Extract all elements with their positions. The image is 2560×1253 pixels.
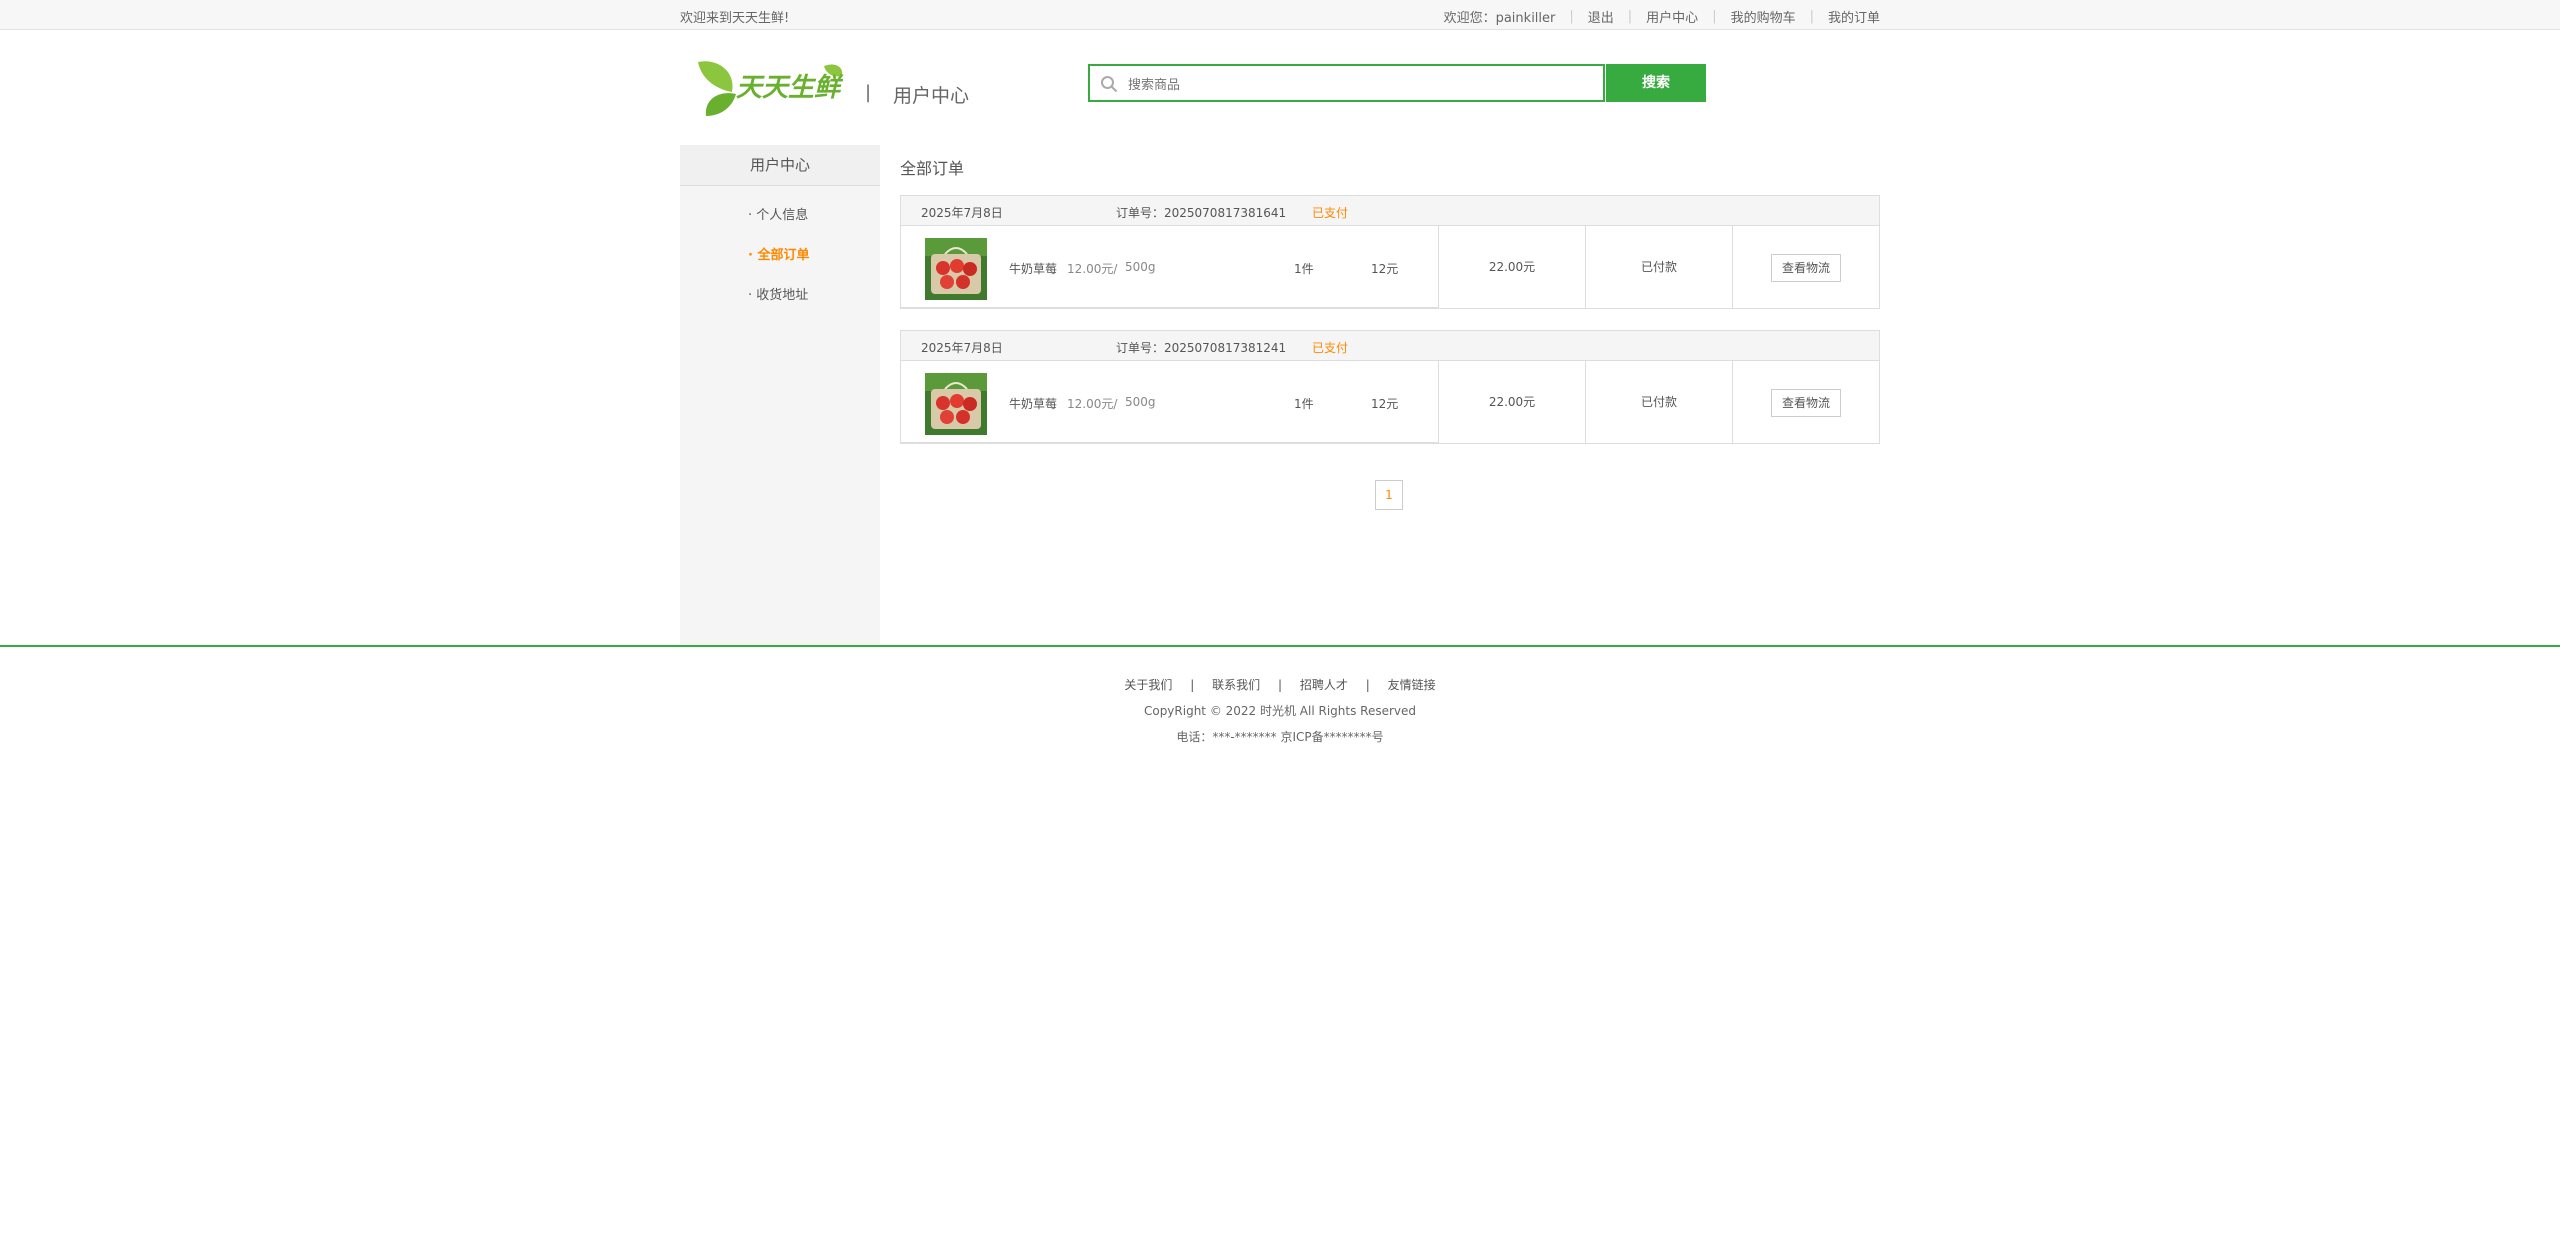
search-icon <box>1100 75 1118 93</box>
order-card: 2025年7月8日 订单号：2025070817381641 已支付 牛奶草莓 … <box>900 195 1880 309</box>
goods-image[interactable] <box>925 238 987 300</box>
footer-link-about[interactable]: 关于我们 <box>1124 678 1172 692</box>
cart-link[interactable]: 我的购物车 <box>1731 7 1796 26</box>
sidebar-item-address[interactable]: · 收货地址 <box>680 276 880 316</box>
goods-count: 1件 <box>1294 262 1314 276</box>
order-card: 2025年7月8日 订单号：2025070817381241 已支付 牛奶草莓 … <box>900 330 1880 444</box>
payment-state: 已付款 <box>1586 226 1733 308</box>
user-center-link[interactable]: 用户中心 <box>1646 7 1698 26</box>
goods-name[interactable]: 牛奶草莓 <box>1009 260 1057 277</box>
order-action: 查看物流 <box>1733 226 1879 308</box>
goods-subtotal: 12元 <box>1371 262 1399 276</box>
footer-divider <box>0 645 2560 647</box>
my-orders-link[interactable]: 我的订单 <box>1828 7 1880 26</box>
order-date: 2025年7月8日 <box>921 206 1003 220</box>
order-goods: 牛奶草莓 12.00元/ 500g 1件 12元 <box>901 361 1439 443</box>
order-action: 查看物流 <box>1733 361 1879 443</box>
goods-price: 12.00元/ <box>1067 397 1118 411</box>
order-total: 22.00元 <box>1439 361 1586 443</box>
footer-links: 关于我们 | 联系我们 | 招聘人才 | 友情链接 <box>1124 678 1436 692</box>
goods-subtotal: 12元 <box>1371 397 1399 411</box>
view-logistics-button[interactable]: 查看物流 <box>1771 388 1841 417</box>
user-greeting: 欢迎您：painkiller <box>1443 11 1556 26</box>
footer-link-friends[interactable]: 友情链接 <box>1388 678 1436 692</box>
header-separator: | <box>865 82 872 103</box>
goods-name[interactable]: 牛奶草莓 <box>1009 395 1057 412</box>
order-total: 22.00元 <box>1439 226 1586 308</box>
footer-link-jobs[interactable]: 招聘人才 <box>1300 678 1348 692</box>
goods-price: 12.00元/ <box>1067 262 1118 276</box>
top-bar: 欢迎来到天天生鲜! 欢迎您：painkiller | 退出 | 用户中心 | 我… <box>0 0 2560 30</box>
welcome-text: 欢迎来到天天生鲜! <box>680 11 790 26</box>
sidebar-item-profile[interactable]: · 个人信息 <box>680 196 880 236</box>
contact-text: 电话：***-******* 京ICP备********号 <box>1176 730 1384 744</box>
order-number: 订单号：2025070817381241 <box>1116 341 1287 355</box>
order-header: 2025年7月8日 订单号：2025070817381641 已支付 <box>901 196 1879 226</box>
footer-link-contact[interactable]: 联系我们 <box>1212 678 1260 692</box>
order-status: 已支付 <box>1312 206 1349 220</box>
search-box <box>1088 64 1605 102</box>
logo-text: 天天生鲜 <box>736 73 844 103</box>
order-header: 2025年7月8日 订单号：2025070817381241 已支付 <box>901 331 1879 361</box>
view-logistics-button[interactable]: 查看物流 <box>1771 253 1841 282</box>
sidebar-item-all-orders[interactable]: · 全部订单 <box>680 236 880 276</box>
site-logo[interactable]: 天天生鲜 <box>696 56 846 120</box>
order-goods: 牛奶草莓 12.00元/ 500g 1件 12元 <box>901 226 1439 308</box>
goods-count: 1件 <box>1294 397 1314 411</box>
pagination-page[interactable]: 1 <box>1375 480 1403 510</box>
order-number: 订单号：2025070817381641 <box>1116 206 1287 220</box>
search-button[interactable]: 搜索 <box>1606 64 1706 102</box>
header-title: 用户中心 <box>893 85 970 107</box>
top-nav: 欢迎您：painkiller | 退出 | 用户中心 | 我的购物车 | 我的订… <box>1443 7 1880 26</box>
goods-unit: 500g <box>1125 260 1156 274</box>
sidebar-title: 用户中心 <box>680 145 880 186</box>
sidebar: 用户中心 · 个人信息 · 全部订单 · 收货地址 <box>680 145 880 645</box>
goods-image[interactable] <box>925 373 987 435</box>
payment-state: 已付款 <box>1586 361 1733 443</box>
goods-unit: 500g <box>1125 395 1156 409</box>
copyright-text: CopyRight © 2022 时光机 All Rights Reserved <box>1143 704 1417 718</box>
page-title: 全部订单 <box>900 159 965 178</box>
order-status: 已支付 <box>1312 341 1349 355</box>
logout-link[interactable]: 退出 <box>1588 7 1614 26</box>
order-date: 2025年7月8日 <box>921 341 1003 355</box>
search-input[interactable] <box>1126 72 1590 98</box>
